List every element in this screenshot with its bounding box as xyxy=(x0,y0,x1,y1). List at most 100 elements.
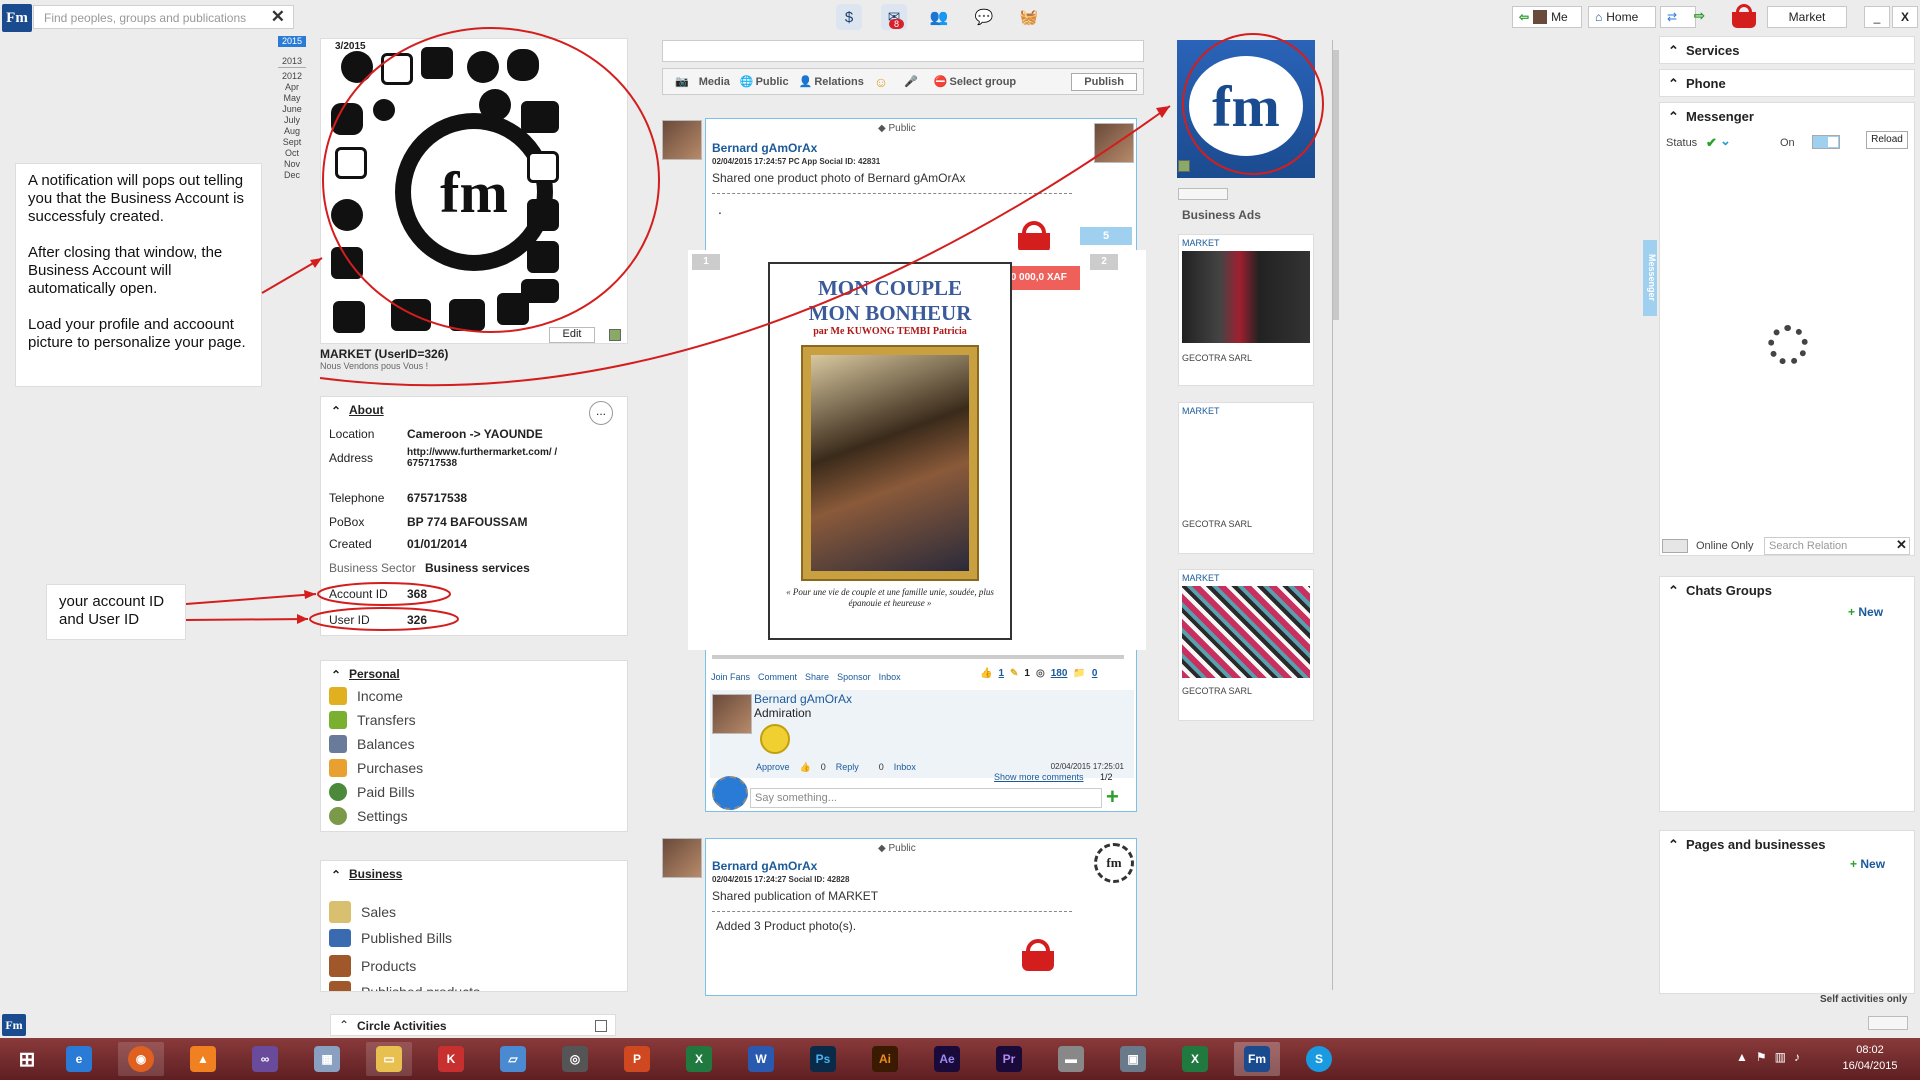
money-icon[interactable]: $ xyxy=(836,4,862,30)
tray-up-icon[interactable]: ▲ xyxy=(1736,1050,1748,1064)
self-activities-toggle[interactable] xyxy=(1868,1016,1908,1030)
comment-author[interactable]: Bernard gAmOrAx xyxy=(754,692,852,706)
status-toggle[interactable] xyxy=(1812,135,1840,149)
month-june[interactable]: June xyxy=(278,104,306,115)
forward-arrow-icon[interactable]: ⇨ xyxy=(1694,8,1705,24)
month-oct[interactable]: Oct xyxy=(278,148,306,159)
messenger-vertical-tab[interactable]: Messenger xyxy=(1643,240,1657,316)
minimize-button[interactable]: _ xyxy=(1864,6,1890,28)
notes-taskbar-icon[interactable]: ▱ xyxy=(490,1042,536,1076)
online-only-toggle[interactable] xyxy=(1662,539,1688,553)
monitor-taskbar-icon[interactable]: ▣ xyxy=(1110,1042,1156,1076)
excel-2-taskbar-icon[interactable]: X xyxy=(1172,1042,1218,1076)
market-button[interactable]: Market xyxy=(1767,6,1847,28)
year-2013[interactable]: 2013 xyxy=(278,56,306,68)
post-2-add-to-cart-icon[interactable] xyxy=(1018,939,1058,977)
clock-time[interactable]: 08:02 xyxy=(1840,1044,1900,1056)
mic-avatar-icon[interactable] xyxy=(712,776,748,810)
menu-products[interactable]: Products xyxy=(329,955,416,977)
sponsor-link[interactable]: Sponsor xyxy=(837,672,871,682)
inbox-link[interactable]: Inbox xyxy=(879,672,901,682)
personal-title[interactable]: Personal xyxy=(325,667,631,682)
about-more-button[interactable]: ... xyxy=(589,401,613,425)
relations-button[interactable]: Relations xyxy=(814,76,864,88)
premiere-taskbar-icon[interactable]: Pr xyxy=(986,1042,1032,1076)
relations-icon[interactable]: 👥 xyxy=(926,4,952,30)
about-title[interactable]: About xyxy=(325,403,631,418)
messenger-title[interactable]: Messenger xyxy=(1660,103,1914,130)
after-effects-taskbar-icon[interactable]: Ae xyxy=(924,1042,970,1076)
search-relation-input[interactable]: Search Relation xyxy=(1764,537,1910,555)
post-composer-input[interactable] xyxy=(662,40,1144,62)
menu-published-bills[interactable]: Published Bills xyxy=(329,929,452,947)
menu-sales[interactable]: Sales xyxy=(329,901,396,923)
post-1-avatar[interactable] xyxy=(662,120,702,160)
camera-taskbar-icon[interactable]: ◎ xyxy=(552,1042,598,1076)
ie-taskbar-icon[interactable]: e xyxy=(56,1042,102,1076)
media-button[interactable]: Media xyxy=(699,76,730,88)
comment-avatar[interactable] xyxy=(712,694,752,734)
pages-businesses-title[interactable]: Pages and businesses xyxy=(1660,831,1914,858)
search-input[interactable]: Find peoples, groups and publications ✕ xyxy=(33,5,294,29)
menu-transfers[interactable]: Transfers xyxy=(329,711,416,729)
post-2-avatar[interactable] xyxy=(662,838,702,878)
add-comment-icon[interactable]: + xyxy=(1106,786,1119,808)
skype-taskbar-icon[interactable]: S xyxy=(1296,1042,1342,1076)
join-fans-link[interactable]: Join Fans xyxy=(711,672,750,682)
tray-network-icon[interactable]: ▥ xyxy=(1775,1050,1786,1064)
public-button[interactable]: Public xyxy=(756,76,789,88)
say-something-input[interactable]: Say something... xyxy=(750,788,1102,808)
camera-icon[interactable]: 📷 xyxy=(675,75,689,88)
ad-card-1[interactable]: MARKET GECOTRA SARL xyxy=(1178,234,1314,386)
month-dec[interactable]: Dec xyxy=(278,170,306,181)
visual-studio-taskbar-icon[interactable]: ∞ xyxy=(242,1042,288,1076)
comment-inbox-link[interactable]: Inbox xyxy=(894,762,916,773)
system-tray[interactable]: ▲ ⚑ ▥ ♪ xyxy=(1736,1050,1800,1064)
ads-pager[interactable] xyxy=(1178,188,1228,200)
month-sept[interactable]: Sept xyxy=(278,137,306,148)
share-link[interactable]: Share xyxy=(805,672,829,682)
comment-link[interactable]: Comment xyxy=(758,672,797,682)
home-button[interactable]: ⌂ Home xyxy=(1588,6,1656,28)
switch-button[interactable]: ⇄ xyxy=(1660,6,1696,28)
menu-settings[interactable]: Settings xyxy=(329,807,408,825)
checkbox-icon[interactable] xyxy=(595,1020,607,1032)
business-title[interactable]: Business xyxy=(325,867,627,882)
services-panel[interactable]: Services xyxy=(1659,36,1915,64)
account-picture[interactable]: fm xyxy=(1177,40,1315,178)
clear-search-icon[interactable]: ✕ xyxy=(271,7,285,27)
month-aug[interactable]: Aug xyxy=(278,126,306,137)
account-picture-upload-icon[interactable] xyxy=(1178,160,1190,172)
explorer-taskbar-icon[interactable]: ▭ xyxy=(366,1042,412,1076)
excel-taskbar-icon[interactable]: X xyxy=(676,1042,722,1076)
image-scrollbar[interactable] xyxy=(712,655,1124,659)
app-k-taskbar-icon[interactable]: K xyxy=(428,1042,474,1076)
year-2015[interactable]: 2015 xyxy=(278,36,306,47)
reload-button[interactable]: Reload xyxy=(1866,131,1908,149)
microphone-icon[interactable]: 🎤 xyxy=(904,75,918,88)
new-page-button[interactable]: + New xyxy=(1850,857,1885,871)
ad-card-2[interactable]: MARKET GECOTRA SARL xyxy=(1178,402,1314,554)
status-dropdown-icon[interactable]: ⌄ xyxy=(1720,133,1731,149)
menu-paid-bills[interactable]: Paid Bills xyxy=(329,783,415,801)
firefox-taskbar-icon[interactable]: ◉ xyxy=(118,1042,164,1076)
phone-panel[interactable]: Phone xyxy=(1659,69,1915,97)
circle-activities-bar[interactable]: ⌃ Circle Activities xyxy=(330,1014,616,1036)
powerpoint-taskbar-icon[interactable]: P xyxy=(614,1042,660,1076)
disk-taskbar-icon[interactable]: ▬ xyxy=(1048,1042,1094,1076)
post-1-author[interactable]: Bernard gAmOrAx xyxy=(712,141,817,155)
photo-upload-icon[interactable] xyxy=(609,329,621,341)
month-july[interactable]: July xyxy=(278,115,306,126)
basket-icon[interactable]: 🧺 xyxy=(1016,4,1042,30)
menu-published-products[interactable]: Published products xyxy=(329,981,480,991)
post-1-right-avatar[interactable] xyxy=(1094,123,1134,163)
select-group-button[interactable]: Select group xyxy=(950,76,1017,88)
year-2012[interactable]: 2012 xyxy=(278,71,306,82)
month-nov[interactable]: Nov xyxy=(278,159,306,170)
tray-volume-icon[interactable]: ♪ xyxy=(1794,1050,1800,1064)
show-more-comments-link[interactable]: Show more comments xyxy=(994,772,1084,782)
like-icon[interactable]: 👍 xyxy=(980,668,992,679)
approve-link[interactable]: Approve xyxy=(756,762,790,773)
month-may[interactable]: May xyxy=(278,93,306,104)
me-button[interactable]: ⇦ Me xyxy=(1512,6,1582,28)
